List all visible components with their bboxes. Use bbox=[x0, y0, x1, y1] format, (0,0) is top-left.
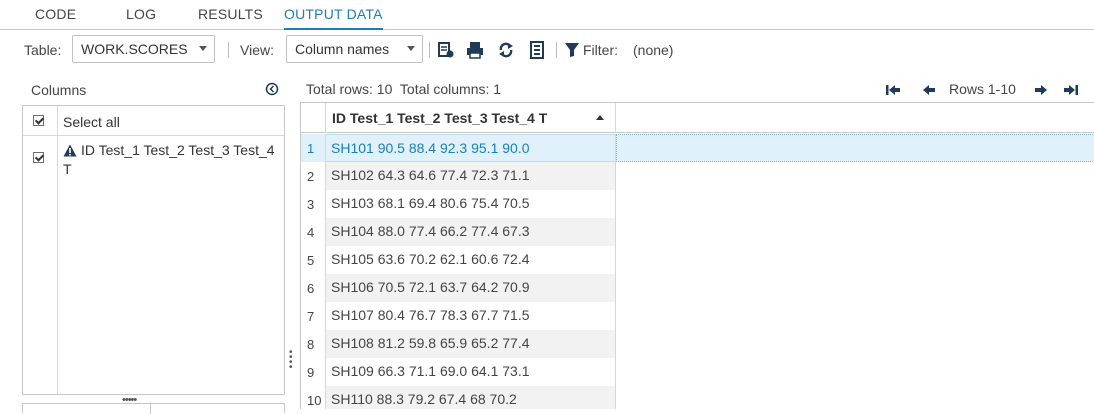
panel-splitter[interactable]: • • • • bbox=[289, 348, 293, 373]
row-filler bbox=[616, 302, 1094, 330]
row-number: 1 bbox=[301, 134, 326, 162]
table-cell[interactable]: SH104 88.0 77.4 66.2 77.4 67.3 bbox=[326, 218, 616, 246]
column-checkbox[interactable] bbox=[33, 152, 44, 163]
tab-output-data[interactable]: OUTPUT DATA bbox=[284, 6, 383, 30]
table-cell[interactable]: SH103 68.1 69.4 80.6 75.4 70.5 bbox=[326, 190, 616, 218]
table-row[interactable]: 9 SH109 66.3 71.1 69.0 64.1 73.1 bbox=[301, 358, 1094, 386]
row-number-header bbox=[301, 103, 326, 133]
select-all-checkbox[interactable] bbox=[33, 115, 44, 126]
column-item-label: ID Test_1 Test_2 Test_3 Test_4 T bbox=[63, 142, 275, 177]
stub-divider bbox=[150, 404, 151, 414]
total-columns: Total columns: 1 bbox=[399, 81, 502, 97]
refresh-icon[interactable] bbox=[497, 41, 515, 59]
column-header-label: ID Test_1 Test_2 Test_3 Test_4 T bbox=[332, 110, 548, 126]
row-filler bbox=[616, 386, 1094, 409]
grid-header: ID Test_1 Test_2 Test_3 Test_4 T bbox=[301, 103, 1094, 133]
columns-panel-title: Columns bbox=[31, 82, 87, 98]
tab-code[interactable]: CODE bbox=[35, 6, 76, 30]
column-item[interactable]: ID Test_1 Test_2 Test_3 Test_4 T bbox=[63, 142, 283, 178]
table-cell[interactable]: SH106 70.5 72.1 63.7 64.2 70.9 bbox=[326, 274, 616, 302]
table-label: Table: bbox=[24, 42, 62, 58]
row-filler bbox=[616, 358, 1094, 386]
tab-bar: CODE LOG RESULTS OUTPUT DATA bbox=[0, 0, 1094, 30]
row-number: 5 bbox=[301, 246, 326, 274]
table-cell[interactable]: SH102 64.3 64.6 77.4 72.3 71.1 bbox=[326, 162, 616, 190]
table-cell[interactable]: SH108 81.2 59.8 65.9 65.2 77.4 bbox=[326, 330, 616, 358]
table-row[interactable]: 5 SH105 63.6 70.2 62.1 60.6 72.4 bbox=[301, 246, 1094, 274]
row-filler bbox=[616, 274, 1094, 302]
print-icon[interactable] bbox=[466, 41, 484, 59]
tab-results[interactable]: RESULTS bbox=[198, 6, 263, 30]
select-all-label: Select all bbox=[63, 114, 120, 130]
row-filler bbox=[616, 190, 1094, 218]
column-header[interactable]: ID Test_1 Test_2 Test_3 Test_4 T bbox=[326, 103, 616, 133]
table-row[interactable]: 8 SH108 81.2 59.8 65.9 65.2 77.4 bbox=[301, 330, 1094, 358]
table-cell[interactable]: SH107 80.4 76.7 78.3 67.7 71.5 bbox=[326, 302, 616, 330]
table-cell[interactable]: SH105 63.6 70.2 62.1 60.6 72.4 bbox=[326, 246, 616, 274]
row-number: 2 bbox=[301, 162, 326, 190]
column-divider bbox=[57, 106, 58, 394]
table-cell[interactable]: SH110 88.3 79.2 67.4 68 70.2 bbox=[326, 386, 616, 409]
next-page-icon[interactable] bbox=[1033, 83, 1049, 95]
grid-summary: Total rows: 10 Total columns: 1 bbox=[306, 81, 501, 97]
row-number: 9 bbox=[301, 358, 326, 386]
toolbar-divider bbox=[429, 42, 430, 58]
table-cell[interactable]: SH101 90.5 88.4 92.3 95.1 90.0 bbox=[326, 134, 616, 162]
row-filler bbox=[616, 162, 1094, 190]
row-filler bbox=[616, 134, 1094, 162]
row-number: 8 bbox=[301, 330, 326, 358]
table-row[interactable]: 2 SH102 64.3 64.6 77.4 72.3 71.1 bbox=[301, 162, 1094, 190]
row-divider bbox=[23, 135, 284, 136]
last-page-icon[interactable] bbox=[1063, 83, 1079, 95]
row-number: 10 bbox=[301, 386, 326, 409]
filter-icon[interactable] bbox=[564, 42, 582, 60]
columns-properties-stub bbox=[22, 403, 285, 414]
chevron-down-icon bbox=[407, 46, 415, 51]
row-number: 3 bbox=[301, 190, 326, 218]
first-page-icon[interactable] bbox=[885, 83, 901, 95]
view-label: View: bbox=[240, 42, 274, 58]
toolbar: Table: WORK.SCORES View: Column names Fi… bbox=[0, 30, 1094, 70]
filter-label: Filter: bbox=[583, 42, 618, 58]
sort-ascending-icon[interactable] bbox=[596, 115, 604, 120]
warning-icon bbox=[63, 144, 77, 161]
table-row[interactable]: 6 SH106 70.5 72.1 63.7 64.2 70.9 bbox=[301, 274, 1094, 302]
row-filler bbox=[616, 218, 1094, 246]
chevron-down-icon bbox=[199, 46, 207, 51]
toolbar-divider bbox=[556, 42, 557, 58]
table-cell[interactable]: SH109 66.3 71.1 69.0 64.1 73.1 bbox=[326, 358, 616, 386]
tab-log[interactable]: LOG bbox=[126, 6, 156, 30]
table-row[interactable]: 3 SH103 68.1 69.4 80.6 75.4 70.5 bbox=[301, 190, 1094, 218]
table-row[interactable]: 1 SH101 90.5 88.4 92.3 95.1 90.0 bbox=[301, 134, 1094, 162]
table-select[interactable]: WORK.SCORES bbox=[72, 35, 215, 63]
row-number: 4 bbox=[301, 218, 326, 246]
previous-page-icon[interactable] bbox=[921, 83, 937, 95]
data-grid: ID Test_1 Test_2 Test_3 Test_4 T 1 SH101 … bbox=[300, 102, 1094, 409]
table-row[interactable]: 7 SH107 80.4 76.7 78.3 67.7 71.5 bbox=[301, 302, 1094, 330]
view-select[interactable]: Column names bbox=[286, 35, 423, 63]
row-number: 6 bbox=[301, 274, 326, 302]
total-rows: Total rows: 10 bbox=[306, 81, 393, 97]
rows-range: Rows 1-10 bbox=[949, 81, 1016, 97]
row-filler bbox=[616, 330, 1094, 358]
row-filler bbox=[616, 246, 1094, 274]
toolbar-divider bbox=[228, 42, 229, 58]
add-column-icon[interactable] bbox=[437, 41, 455, 59]
columns-list: Select all ID Test_1 Test_2 Test_3 Test_… bbox=[22, 105, 285, 395]
row-number: 7 bbox=[301, 302, 326, 330]
table-row[interactable]: 10 SH110 88.3 79.2 67.4 68 70.2 bbox=[301, 386, 1094, 409]
view-select-value: Column names bbox=[295, 41, 390, 57]
properties-icon[interactable] bbox=[528, 41, 546, 59]
filter-value: (none) bbox=[633, 42, 674, 58]
table-select-value: WORK.SCORES bbox=[81, 41, 188, 57]
table-row[interactable]: 4 SH104 88.0 77.4 66.2 77.4 67.3 bbox=[301, 218, 1094, 246]
collapse-panel-icon[interactable] bbox=[265, 82, 279, 96]
